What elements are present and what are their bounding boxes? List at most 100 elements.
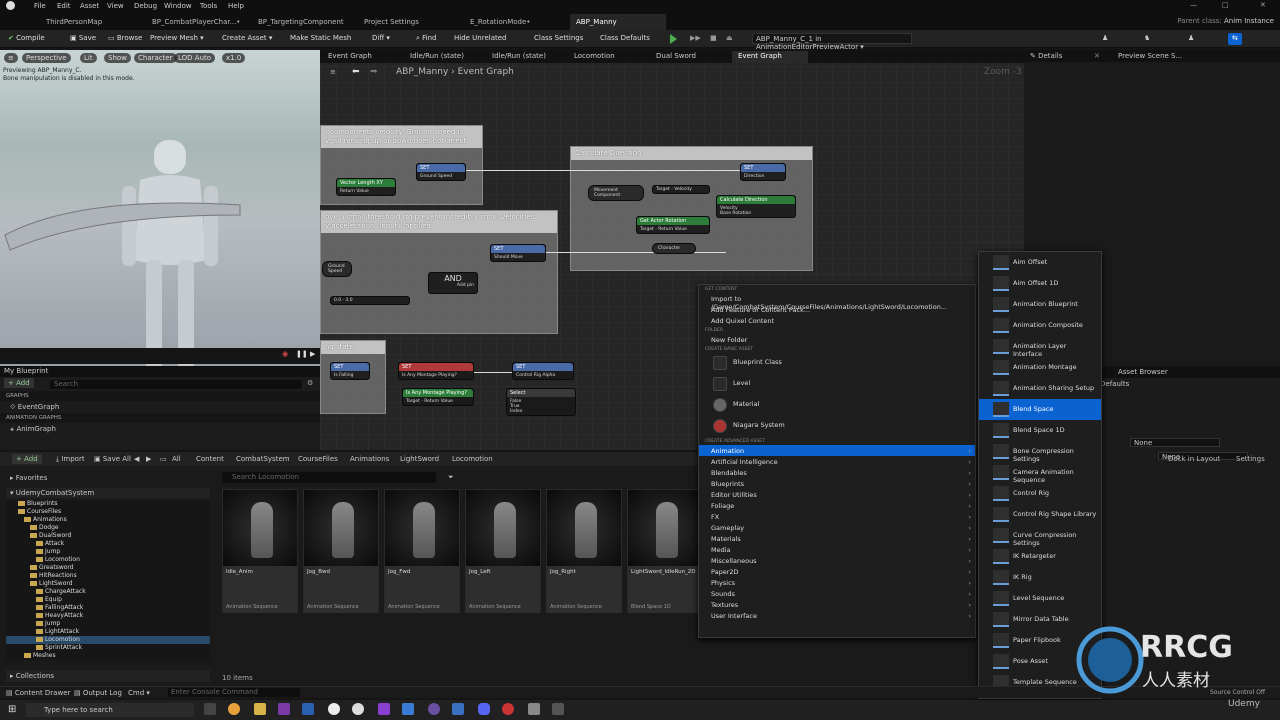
browse-button[interactable]: ▭ Browse xyxy=(104,33,146,45)
diff-button[interactable]: Diff ▾ xyxy=(368,33,394,45)
menu-add-feature-pack[interactable]: Add Feature or Content Pack... xyxy=(699,304,975,315)
tree-root[interactable]: ▾ UdemyCombatSystem xyxy=(6,488,210,498)
back-icon[interactable]: ⬅ xyxy=(352,67,360,77)
blueprint-mode-icon[interactable]: ⇆ xyxy=(1228,33,1242,45)
graph-tab-dual-sword[interactable]: Dual Sword xyxy=(650,51,702,63)
node-set-control-rig-alpha[interactable]: SET Control Rig Alpha xyxy=(512,362,574,380)
tree-folder-item[interactable]: HeavyAttack xyxy=(6,612,210,620)
node-get-actor-rotation[interactable]: Get Actor Rotation Target · Return Value xyxy=(636,216,710,234)
file-explorer-icon[interactable] xyxy=(254,703,266,715)
unreal-engine-icon[interactable] xyxy=(328,703,340,715)
tree-folder-item[interactable]: LightSword xyxy=(6,580,210,588)
folder-icon[interactable]: ▭ xyxy=(160,455,167,463)
hide-unrelated-button[interactable]: Hide Unrelated xyxy=(450,33,511,45)
menu-category-item[interactable]: Paper2D › xyxy=(699,566,975,577)
menu-new-folder[interactable]: New Folder xyxy=(699,334,975,345)
node-vector-length[interactable]: Vector Length XY Return Value xyxy=(336,178,396,196)
menu-material[interactable]: Material xyxy=(699,395,975,416)
mesh-mode-icon[interactable]: ♞ xyxy=(1140,33,1154,45)
tree-folder-item[interactable]: Greatsword xyxy=(6,564,210,572)
settings-icon[interactable]: ⚙ xyxy=(307,379,313,387)
tree-folder-item[interactable]: Blueprints xyxy=(6,500,210,508)
asset-tile[interactable]: LightSword_IdleRun_2D Blend Space 1D xyxy=(627,489,703,613)
cb-add-button[interactable]: + Add xyxy=(12,454,42,464)
tree-folder-item[interactable]: SprintAttack xyxy=(6,644,210,652)
tab-rotation-mode[interactable]: E_RotationMode• xyxy=(464,14,536,30)
task-view-icon[interactable] xyxy=(204,703,216,715)
pin-value[interactable]: 0.0 xyxy=(334,298,341,303)
menu-category-item[interactable]: Animation › xyxy=(699,445,975,456)
asset-tile[interactable]: Jog_Bwd Animation Sequence xyxy=(303,489,379,613)
output-log-button[interactable]: ▤ Output Log xyxy=(74,689,122,697)
none-select-1[interactable]: None xyxy=(1130,438,1220,447)
menu-category-item[interactable]: FX › xyxy=(699,511,975,522)
node-and[interactable]: AND Add pin xyxy=(428,272,478,294)
menu-category-item[interactable]: Textures › xyxy=(699,599,975,610)
mail-icon[interactable] xyxy=(452,703,464,715)
details-tab[interactable]: Details xyxy=(1038,52,1062,60)
tab-project-settings[interactable]: Project Settings xyxy=(358,14,425,30)
menu-category-item[interactable]: Sounds › xyxy=(699,588,975,599)
tree-folder-item[interactable]: Dodge xyxy=(6,524,210,532)
tree-folder-item[interactable]: LightAttack xyxy=(6,628,210,636)
asset-tile[interactable]: Jog_Left Animation Sequence xyxy=(465,489,541,613)
menu-category-item[interactable]: Miscellaneous › xyxy=(699,555,975,566)
submenu-item[interactable]: Control Rig xyxy=(979,483,1101,504)
stop-icon[interactable]: ■ xyxy=(706,33,721,45)
console-input[interactable]: Enter Console Command xyxy=(168,688,300,697)
next-icon[interactable]: ▶ xyxy=(310,350,315,358)
tree-folder-item[interactable]: Equip xyxy=(6,596,210,604)
menu-window[interactable]: Window xyxy=(164,2,192,10)
dock-in-layout-button[interactable]: Dock in Layout xyxy=(1168,455,1220,463)
asset-tile[interactable]: Idle_Anim Animation Sequence xyxy=(222,489,298,613)
asset-tile[interactable]: Jog_Right Animation Sequence xyxy=(546,489,622,613)
tab-abp-manny[interactable]: ABP_Manny xyxy=(570,14,666,30)
tree-folder-item[interactable]: Animations xyxy=(6,516,210,524)
preview-viewport[interactable] xyxy=(0,50,320,388)
tree-folder-item[interactable]: FallingAttack xyxy=(6,604,210,612)
submenu-item[interactable]: Animation Sharing Setup xyxy=(979,378,1101,399)
menu-category-item[interactable]: Blendables › xyxy=(699,467,975,478)
section-graphs[interactable]: GRAPHS xyxy=(0,391,320,401)
make-static-mesh-button[interactable]: Make Static Mesh xyxy=(286,33,355,45)
node-montage-call[interactable]: Is Any Montage Playing? Target · Return V… xyxy=(402,388,474,406)
my-blueprint-tab[interactable]: My Blueprint xyxy=(0,366,320,377)
breadcrumb-leaf[interactable]: Event Graph xyxy=(458,67,514,77)
chrome-icon[interactable] xyxy=(228,703,240,715)
tab-bp-combat-player[interactable]: BP_CombatPlayerChar...• xyxy=(146,14,246,30)
app-icon[interactable] xyxy=(552,703,564,715)
onenote-icon[interactable] xyxy=(278,703,290,715)
path-lightsword[interactable]: LightSword xyxy=(400,455,439,463)
graph-tab-locomotion[interactable]: Locomotion xyxy=(568,51,621,63)
submenu-item[interactable]: Bone Compression Settings xyxy=(979,441,1101,463)
path-all[interactable]: All xyxy=(172,455,181,463)
path-locomotion[interactable]: Locomotion xyxy=(452,455,493,463)
menu-tools[interactable]: Tools xyxy=(200,2,217,10)
tree-folder-item[interactable]: Jump xyxy=(6,620,210,628)
menu-view[interactable]: View xyxy=(107,2,124,10)
section-animation-graphs[interactable]: ANIMATION GRAPHS xyxy=(0,413,320,423)
playback-speed-button[interactable]: x1.0 xyxy=(222,53,246,63)
play-icon[interactable] xyxy=(670,34,677,44)
tree-folder-item[interactable]: ChargeAttack xyxy=(6,588,210,596)
menu-import[interactable]: Import to /Game/CombatSystem/CourseFiles… xyxy=(699,293,975,311)
path-animations[interactable]: Animations xyxy=(350,455,389,463)
skeleton-mode-icon[interactable]: ♟ xyxy=(1098,33,1112,45)
forward-icon[interactable]: ➡ xyxy=(370,67,378,77)
menu-category-item[interactable]: Foliage › xyxy=(699,500,975,511)
save-all-button[interactable]: ▣ Save All xyxy=(94,455,131,463)
my-blueprint-search[interactable]: Search xyxy=(50,380,302,389)
submenu-item[interactable]: Animation Composite xyxy=(979,315,1101,336)
maximize-icon[interactable]: □ xyxy=(1222,1,1229,9)
menu-blueprint-class[interactable]: Blueprint Class xyxy=(699,353,975,374)
asset-search-input[interactable]: Search Locomotion xyxy=(222,472,436,483)
submenu-item[interactable]: Animation Blueprint xyxy=(979,294,1101,315)
submenu-item[interactable]: Level Sequence xyxy=(979,588,1101,609)
tab-bp-targeting[interactable]: BP_TargetingComponent xyxy=(252,14,350,30)
graph-tab-idle-run[interactable]: Idle/Run (state) xyxy=(404,51,470,63)
graph-tab-event-graph-active[interactable]: Event Graph xyxy=(732,51,808,63)
submenu-item[interactable]: Camera Animation Sequence xyxy=(979,462,1101,484)
menu-category-item[interactable]: Gameplay › xyxy=(699,522,975,533)
github-icon[interactable] xyxy=(428,703,440,715)
add-pin-label[interactable]: Add pin xyxy=(432,283,474,288)
